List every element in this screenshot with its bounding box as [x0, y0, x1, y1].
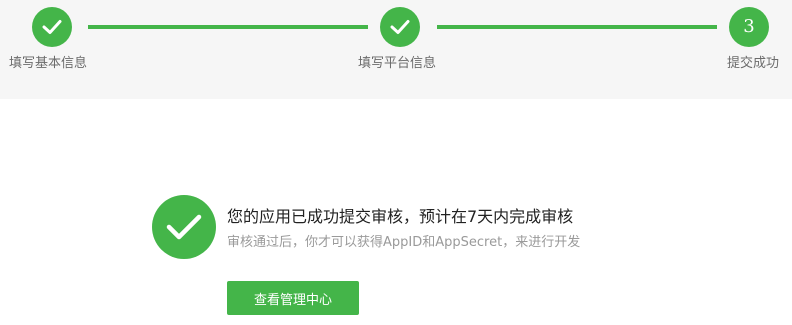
step-2-indicator — [380, 7, 420, 47]
check-icon — [42, 20, 62, 34]
check-icon — [390, 20, 410, 34]
success-title: 您的应用已成功提交审核，预计在7天内完成审核 — [227, 207, 574, 226]
step-3-indicator: 3 — [729, 7, 769, 47]
check-icon — [166, 214, 202, 240]
step-connector-1 — [88, 25, 368, 29]
success-description: 审核通过后，你才可以获得AppID和AppSecret，来进行开发 — [227, 235, 581, 250]
step-2-label: 填写平台信息 — [358, 56, 437, 71]
success-indicator — [152, 195, 216, 259]
step-1-indicator — [32, 7, 72, 47]
progress-steps: 3 填写基本信息 填写平台信息 提交成功 — [0, 0, 792, 99]
step-3-number: 3 — [743, 16, 755, 37]
view-management-center-button[interactable]: 查看管理中心 — [227, 281, 359, 315]
step-3-label: 提交成功 — [726, 56, 779, 71]
step-connector-2 — [437, 25, 717, 29]
step-1-label: 填写基本信息 — [9, 56, 88, 71]
